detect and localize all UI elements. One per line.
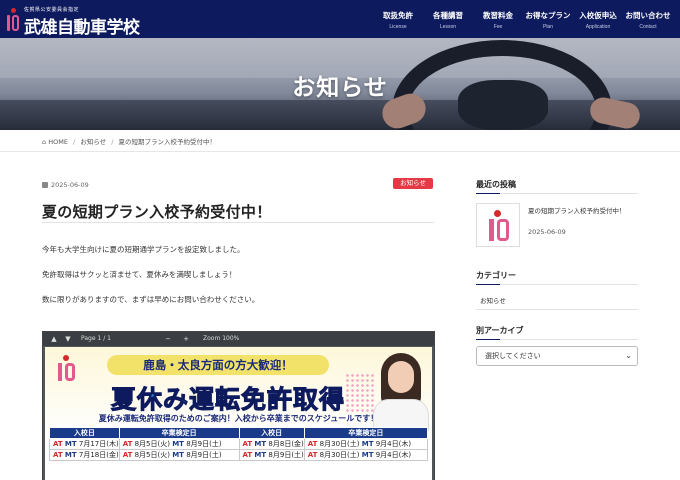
nav-contact[interactable]: お問い合わせ Contact (624, 0, 672, 38)
logo-title: 武雄自動車学校 (24, 18, 140, 38)
nav-lesson[interactable]: 各種講習 Lesson (424, 0, 472, 38)
recent-post-title[interactable]: 夏の短期プラン入校予約受付中！ (528, 206, 634, 216)
table-row: AT MT 7月18日(金) AT 8月5日(火) MT 8月9日(土) AT … (49, 449, 429, 461)
post-paragraph: 免許取得はサクッと済ませて、夏休みを満喫しましょう！ (42, 270, 237, 279)
table-header: 卒業検定日 (303, 427, 429, 439)
pdf-viewer: ▲ ▼ Page 1 / 1 − + Zoom 100% 鹿島・太良方面の方大歓… (42, 331, 435, 480)
nav-sublabel: Lesson (439, 24, 457, 30)
recent-post-thumbnail[interactable] (476, 203, 520, 247)
nav-label: お得なプラン (525, 11, 571, 20)
nav-license[interactable]: 取扱免許 License (374, 0, 422, 38)
nav-plan[interactable]: お得なプラン Plan (524, 0, 572, 38)
recent-post-date: 2025-06-09 (528, 228, 566, 236)
logo-subtitle: 佐賀県公安委員会指定 (24, 7, 80, 13)
flyer-logo-icon (57, 355, 77, 383)
pdf-page-current[interactable]: 1 (97, 335, 101, 342)
nav-label: 教習料金 (483, 11, 513, 20)
breadcrumb-separator: / (111, 138, 114, 146)
table-cell: AT MT 7月17日(木) (49, 438, 120, 450)
logo-mark-icon (6, 8, 20, 32)
table-cell: AT 8月5日(火) MT 8月9日(土) (118, 438, 240, 450)
breadcrumb-divider (0, 151, 680, 152)
pdf-page-separator: / (103, 335, 106, 342)
home-icon[interactable]: ⌂ (42, 138, 46, 146)
pdf-page-indicator: Page 1 / 1 (81, 335, 111, 342)
archive-heading: 別アーカイブ (476, 325, 524, 335)
table-cell: AT MT 8月8日(金) (238, 438, 305, 450)
table-cell: AT 8月30日(土) MT 9月4日(木) (303, 438, 429, 450)
hero-banner: お知らせ (0, 38, 680, 130)
heading-underline (476, 284, 638, 285)
table-header: 卒業検定日 (118, 427, 240, 439)
breadcrumb: ⌂ HOME / お知らせ / 夏の短期プラン入校予約受付中！ (42, 136, 216, 146)
pdf-zoom-level[interactable]: Zoom 100% (203, 335, 239, 342)
table-header: 入校日 (49, 427, 120, 439)
recent-posts-heading: 最近の投稿 (476, 179, 516, 189)
nav-sublabel: License (389, 24, 407, 30)
post-date: 2025-06-09 (42, 181, 89, 189)
breadcrumb-home[interactable]: HOME (48, 138, 68, 146)
calendar-icon (42, 182, 48, 188)
post-date-text: 2025-06-09 (51, 181, 89, 189)
nav-fee[interactable]: 教習料金 Fee (474, 0, 522, 38)
post-paragraph: 今年も大学生向けに夏の短期通学プランを設定致しました。 (42, 245, 245, 254)
page-down-icon[interactable]: ▼ (63, 335, 73, 343)
nav-application[interactable]: 入校仮申込 Application (574, 0, 622, 38)
zoom-out-icon[interactable]: − (163, 335, 173, 343)
flyer-main-title: 夏休み運転免許取得 (110, 385, 345, 415)
table-header-row: 入校日 卒業検定日 入校日 卒業検定日 (49, 427, 429, 439)
table-cell: AT MT 7月18日(金) (49, 449, 120, 461)
pdf-page: 鹿島・太良方面の方大歓迎！ 夏休み運転免許取得 夏休み運転免許取得のためのご案内… (45, 347, 432, 480)
schedule-table: 入校日 卒業検定日 入校日 卒業検定日 AT MT 7月17日(木) AT 8月… (49, 427, 429, 461)
nav-label: 取扱免許 (383, 11, 413, 20)
title-divider (42, 222, 434, 223)
table-cell: AT MT 8月9日(土) (238, 449, 305, 461)
post-title: 夏の短期プラン入校予約受付中！ (42, 203, 272, 221)
page-up-icon[interactable]: ▲ (49, 335, 59, 343)
nav-label: 各種講習 (433, 11, 463, 20)
post-paragraph: 数に限りがありますので、まずは早めにお問い合わせください。 (42, 295, 260, 304)
breadcrumb-current: 夏の短期プラン入校予約受付中！ (118, 138, 217, 146)
site-logo[interactable]: 佐賀県公安委員会指定 武雄自動車学校 (6, 4, 146, 38)
nav-sublabel: Contact (639, 24, 657, 30)
nav-sublabel: Fee (493, 24, 503, 30)
flyer-headline: 鹿島・太良方面の方大歓迎！ (143, 358, 293, 372)
category-heading: カテゴリー (476, 270, 516, 280)
breadcrumb-section[interactable]: お知らせ (80, 138, 106, 146)
pdf-page-label: Page (81, 335, 96, 342)
table-cell: AT 8月30日(土) MT 9月4日(木) (303, 449, 429, 461)
main-nav: 取扱免許 License 各種講習 Lesson 教習料金 Fee お得なプラン… (372, 0, 672, 38)
category-badge[interactable]: お知らせ (393, 178, 433, 189)
table-cell: AT 8月5日(火) MT 8月9日(土) (118, 449, 240, 461)
nav-label: お問い合わせ (625, 11, 671, 20)
site-header: 佐賀県公安委員会指定 武雄自動車学校 取扱免許 License 各種講習 Les… (0, 0, 680, 38)
table-header: 入校日 (238, 427, 305, 439)
category-divider (476, 309, 638, 310)
nav-label: 入校仮申込 (579, 11, 617, 20)
archive-select[interactable]: 選択してください ⌄ (476, 346, 638, 366)
archive-select-value: 選択してください (485, 352, 541, 360)
table-row: AT MT 7月17日(木) AT 8月5日(火) MT 8月9日(土) AT … (49, 438, 429, 450)
nav-sublabel: Application (585, 24, 611, 30)
nav-sublabel: Plan (542, 24, 553, 30)
category-link[interactable]: お知らせ (480, 295, 506, 305)
zoom-in-icon[interactable]: + (181, 335, 191, 343)
chevron-down-icon: ⌄ (625, 351, 632, 360)
pdf-page-total: 1 (107, 335, 111, 342)
heading-underline (476, 193, 638, 194)
pdf-toolbar: ▲ ▼ Page 1 / 1 − + Zoom 100% (43, 332, 434, 346)
hero-title: お知らせ (292, 74, 388, 101)
heading-underline (476, 339, 638, 340)
flyer-subtitle: 夏休み運転免許取得のためのご案内！入校から卒業までのスケジュールです！ (98, 414, 379, 423)
breadcrumb-separator: / (73, 138, 76, 146)
